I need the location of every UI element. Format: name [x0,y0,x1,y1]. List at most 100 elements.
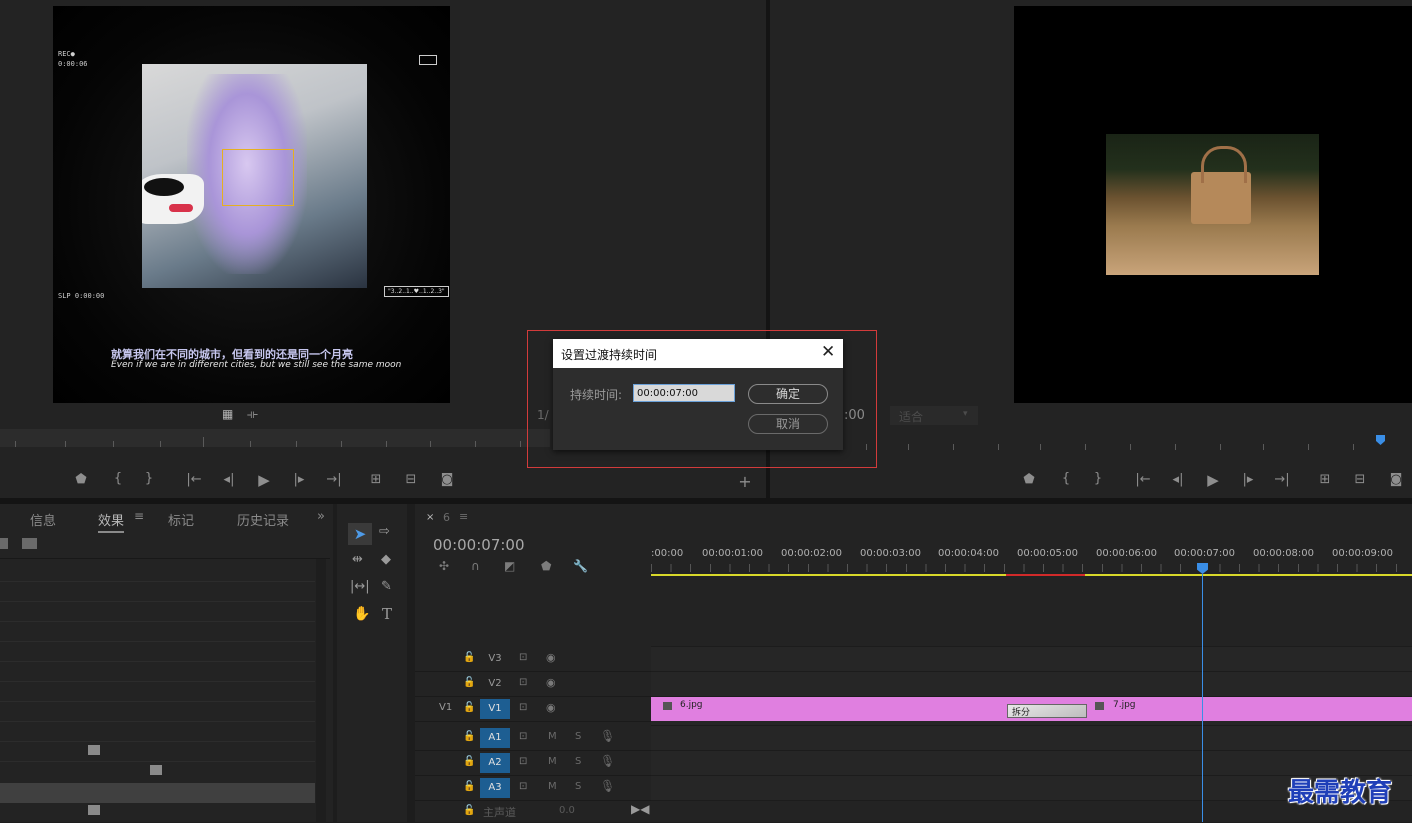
tab-history[interactable]: 历史记录 [237,510,289,529]
slip-tool-icon[interactable]: |↔| [350,579,370,594]
microphone-icon[interactable]: 🎙 [600,779,615,793]
mark-out-icon[interactable]: } [139,471,159,486]
drag-audio-icon[interactable]: ⟛ [247,407,258,422]
microphone-icon[interactable]: 🎙 [600,754,615,768]
ok-button[interactable]: 确定 [748,384,828,404]
lock-icon[interactable]: 🔓 [463,652,475,663]
solo-button[interactable]: S [575,756,581,767]
timeline-ruler[interactable]: :00:00 00:00:01:00 00:00:02:00 00:00:03:… [651,504,1412,579]
program-go-to-in-icon[interactable]: |← [1133,472,1153,487]
sync-lock-icon[interactable]: ⊡ [519,781,527,792]
sequence-tab[interactable]: 6 [443,511,450,524]
sync-lock-icon[interactable]: ⊡ [519,756,527,767]
lock-icon[interactable]: 🔓 [463,756,475,767]
program-time-ruler[interactable] [850,432,1412,450]
type-tool-icon[interactable]: T [382,605,392,623]
track-header-a3[interactable]: 🔓 A3 ⊡ M S 🎙 [415,776,651,801]
lock-icon[interactable]: 🔓 [463,677,475,688]
program-camera-icon[interactable]: ◙ [1386,472,1406,487]
extract-icon[interactable]: ⊟ [1350,472,1370,487]
empty-lane[interactable] [651,579,1412,647]
add-marker-timeline-icon[interactable]: ⬟ [541,559,551,573]
mute-button[interactable]: M [548,731,557,742]
track-label-a2[interactable]: A2 [480,753,510,773]
tab-info[interactable]: 信息 [30,510,56,529]
ripple-edit-tool-icon[interactable]: ⇹ [352,552,363,567]
fit-dropdown[interactable]: 适合 ▾ [890,406,978,425]
pen-tool-icon[interactable]: ✎ [381,579,392,594]
track-header-a1[interactable]: 🔓 A1 ⊡ M S 🎙 [415,726,651,751]
program-step-forward-icon[interactable]: |▸ [1238,472,1258,487]
solo-button[interactable]: S [575,731,581,742]
go-to-end-icon[interactable]: ▶◀ [631,802,649,816]
track-label-a3[interactable]: A3 [480,778,510,798]
close-icon[interactable]: ✕ [821,342,835,362]
program-mark-out-icon[interactable]: } [1088,471,1108,486]
track-header-a2[interactable]: 🔓 A2 ⊡ M S 🎙 [415,751,651,776]
program-go-to-out-icon[interactable]: →| [1272,472,1292,487]
tab-effects[interactable]: 效果 [98,510,125,533]
sequence-menu-icon[interactable]: ≡ [459,510,468,523]
clip-7[interactable]: 7.jpg [1043,697,1412,721]
play-icon[interactable]: ▶ [254,471,274,489]
track-label-v1[interactable]: V1 [480,699,510,719]
mute-button[interactable]: M [548,756,557,767]
go-to-out-icon[interactable]: →| [324,472,344,487]
add-button-icon[interactable]: + [735,472,755,491]
mark-in-icon[interactable]: { [108,471,128,486]
camera-icon[interactable]: ◙ [437,472,457,487]
program-playhead[interactable] [1376,435,1385,445]
step-forward-icon[interactable]: |▸ [289,472,309,487]
track-header-master[interactable]: 🔓 主声道 0.0 ▶◀ [415,801,651,822]
microphone-icon[interactable]: 🎙 [600,729,615,743]
lock-icon[interactable]: 🔓 [463,781,475,792]
source-patch-v1[interactable]: V1 [439,702,452,713]
solo-button[interactable]: S [575,781,581,792]
lock-icon[interactable]: 🔓 [463,702,475,713]
selection-tool-icon[interactable]: ➤ [348,523,372,545]
insert-icon[interactable]: ⊞ [366,472,386,487]
yuv-effects-icon[interactable] [22,538,37,549]
program-mark-in-icon[interactable]: { [1056,471,1076,486]
eye-icon[interactable]: ◉ [546,701,556,714]
snap-icon[interactable]: ∩ [471,559,480,573]
lane-v2[interactable] [651,672,1412,697]
lock-icon[interactable]: 🔓 [463,731,475,742]
list-item-selected[interactable] [0,783,315,803]
program-video-frame[interactable] [1014,6,1412,403]
lane-v3[interactable] [651,647,1412,672]
wrench-icon[interactable]: 🔧 [573,559,588,573]
accelerated-effects-icon[interactable] [0,538,8,549]
track-label-v3[interactable]: V3 [480,649,510,669]
dialog-titlebar[interactable]: 设置过渡持续时间 ✕ [553,339,843,368]
close-icon[interactable]: × [426,512,434,523]
go-to-in-icon[interactable]: |← [184,472,204,487]
track-label-a1[interactable]: A1 [480,728,510,748]
eye-icon[interactable]: ◉ [546,651,556,664]
razor-tool-icon[interactable]: ◆ [381,552,391,567]
panel-menu-icon[interactable]: ≡ [134,509,144,523]
source-time-ruler[interactable] [0,429,550,447]
lane-v1[interactable]: 6.jpg 7.jpg 拆分 [651,697,1412,726]
drag-video-icon[interactable]: ▦ [222,407,233,421]
clip-6[interactable]: 6.jpg [651,697,1043,721]
track-select-tool-icon[interactable]: ⇨ [379,524,390,539]
track-header-v2[interactable]: 🔓 V2 ⊡ ◉ [415,672,651,697]
effects-list[interactable] [0,558,330,823]
eye-icon[interactable]: ◉ [546,676,556,689]
tab-markers[interactable]: 标记 [168,510,194,529]
program-step-back-icon[interactable]: ◂| [1168,472,1188,487]
track-label-v2[interactable]: V2 [480,674,510,694]
sync-lock-icon[interactable]: ⊡ [519,731,527,742]
timeline-timecode[interactable]: 00:00:07:00 [433,536,525,554]
source-video-frame[interactable]: REC● 0:00:06 SLP 0:00:00 "3..2..1..♥..1.… [53,6,450,403]
lift-icon[interactable]: ⊞ [1315,472,1335,487]
cancel-button[interactable]: 取消 [748,414,828,434]
program-add-marker-icon[interactable]: ⬟ [1019,472,1039,487]
hand-tool-icon[interactable]: ✋ [353,606,370,622]
nest-icon[interactable]: ✣ [439,559,449,573]
step-back-icon[interactable]: ◂| [219,472,239,487]
timeline-playhead-line[interactable] [1202,574,1203,822]
lock-icon[interactable]: 🔓 [463,805,475,816]
overwrite-icon[interactable]: ⊟ [401,472,421,487]
